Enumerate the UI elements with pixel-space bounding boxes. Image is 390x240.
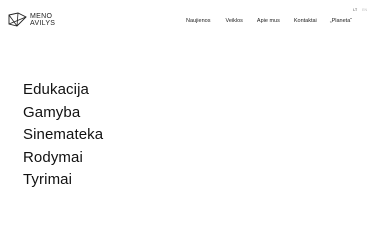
main-menu-item-edukacija[interactable]: Edukacija <box>23 79 103 102</box>
nav-item-kontaktai[interactable]: Kontaktai <box>294 18 317 25</box>
page: MENO AVILYS LT EN Naujienos Veiklos Apie… <box>0 0 390 240</box>
main-menu-item-gamyba[interactable]: Gamyba <box>23 102 103 125</box>
site-logo[interactable]: MENO AVILYS <box>8 12 55 27</box>
nav-item-planeta[interactable]: „Planeta“ <box>330 18 352 25</box>
language-switcher: LT EN <box>353 8 367 12</box>
main-menu-item-sinemateka[interactable]: Sinemateka <box>23 124 103 147</box>
language-lt[interactable]: LT <box>353 8 357 12</box>
main-menu: Edukacija Gamyba Sinemateka Rodymai Tyri… <box>23 79 103 192</box>
logo-line-1: MENO <box>30 12 53 20</box>
main-menu-item-rodymai[interactable]: Rodymai <box>23 147 103 170</box>
nav-item-naujienos[interactable]: Naujienos <box>186 18 210 25</box>
top-navigation: Naujienos Veiklos Apie mus Kontaktai „Pl… <box>186 18 352 25</box>
logo-line-2: AVILYS <box>30 19 56 27</box>
language-en[interactable]: EN <box>362 8 367 12</box>
nav-item-apie-mus[interactable]: Apie mus <box>257 18 280 25</box>
logo-icon <box>8 12 27 27</box>
main-menu-item-tyrimai[interactable]: Tyrimai <box>23 169 103 192</box>
nav-item-veiklos[interactable]: Veiklos <box>225 18 242 25</box>
logo-text: MENO AVILYS <box>30 13 55 27</box>
